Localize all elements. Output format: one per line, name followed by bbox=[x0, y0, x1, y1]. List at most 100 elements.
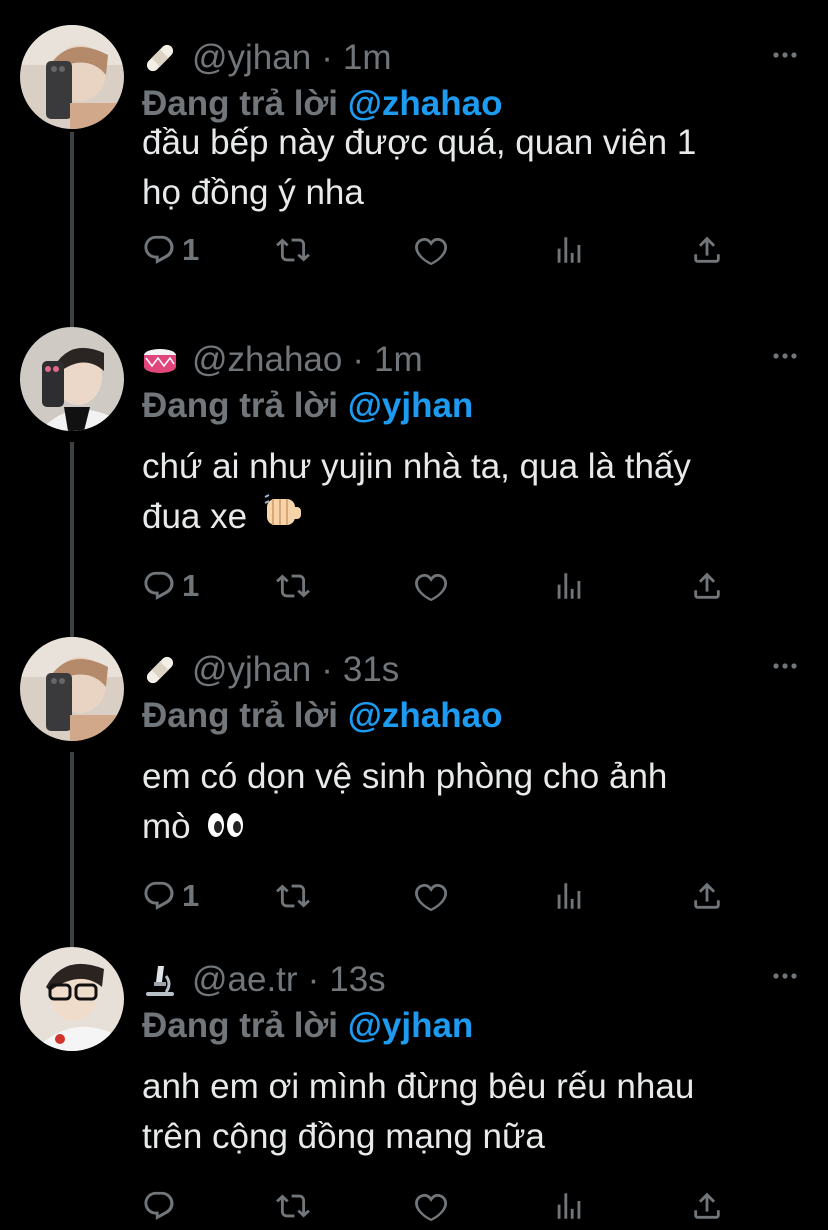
share-icon bbox=[694, 1192, 720, 1219]
tweet[interactable]: @zhahao · 1m Đang trả lời @yjhan chứ ai … bbox=[0, 310, 828, 620]
analytics-button[interactable] bbox=[552, 1188, 586, 1224]
retweet-icon bbox=[276, 884, 310, 908]
avatar[interactable] bbox=[20, 25, 124, 129]
analytics-button[interactable] bbox=[552, 878, 586, 914]
tweet-text-line: em có dọn vệ sinh phòng cho ảnh bbox=[142, 757, 668, 796]
analytics-button[interactable] bbox=[552, 568, 586, 604]
like-button[interactable] bbox=[414, 878, 448, 914]
reply-button[interactable]: 1 bbox=[142, 568, 199, 604]
mention-link[interactable]: @yjhan bbox=[348, 1006, 474, 1045]
tweet-text-line-with-emoji: đua xe bbox=[142, 492, 691, 545]
tweet-text: đầu bếp này được quá, quan viên 1 họ đồn… bbox=[142, 118, 696, 218]
avatar[interactable] bbox=[20, 637, 124, 741]
heart-icon bbox=[415, 1193, 448, 1222]
tweet-header: @zhahao · 1m bbox=[142, 338, 423, 382]
reply-context: Đang trả lời @yjhan bbox=[142, 1006, 473, 1046]
timestamp[interactable]: 1m bbox=[374, 340, 423, 380]
thread-line bbox=[70, 310, 74, 327]
analytics-icon bbox=[557, 573, 581, 599]
separator: · bbox=[352, 340, 365, 379]
share-button[interactable] bbox=[690, 232, 724, 268]
mention-link[interactable]: @zhahao bbox=[348, 696, 503, 735]
reply-button[interactable]: 1 bbox=[142, 878, 199, 914]
retweet-icon bbox=[276, 1194, 310, 1218]
thread-line bbox=[70, 930, 74, 947]
more-icon[interactable] bbox=[772, 42, 798, 68]
action-bar: 1 bbox=[142, 568, 742, 608]
reply-icon bbox=[144, 881, 174, 910]
thread-line bbox=[70, 442, 74, 620]
more-icon[interactable] bbox=[772, 343, 798, 369]
reply-context: Đang trả lời @yjhan bbox=[142, 386, 473, 426]
reply-label: Đang trả lời bbox=[142, 386, 339, 425]
user-handle[interactable]: @yjhan bbox=[192, 650, 311, 690]
reply-icon bbox=[144, 1191, 174, 1220]
heart-icon bbox=[415, 237, 448, 266]
timestamp[interactable]: 13s bbox=[329, 960, 385, 1000]
tweet-text-line: họ đồng ý nha bbox=[142, 173, 364, 212]
tweet-text-line: đua xe bbox=[142, 497, 248, 536]
heart-icon bbox=[415, 573, 448, 602]
reply-count: 1 bbox=[182, 568, 200, 603]
thread-line bbox=[70, 752, 74, 930]
tweet-text: anh em ơi mình đừng bêu rếu nhau trên cộ… bbox=[142, 1062, 694, 1162]
reply-button[interactable]: 1 bbox=[142, 232, 199, 268]
avatar[interactable] bbox=[20, 947, 124, 1051]
thread-line bbox=[70, 132, 74, 310]
drum-emoji bbox=[142, 342, 178, 378]
mention-link[interactable]: @yjhan bbox=[348, 386, 474, 425]
user-handle[interactable]: @yjhan bbox=[192, 38, 311, 78]
reply-icon bbox=[144, 235, 174, 264]
tweet-text-line: chứ ai như yujin nhà ta, qua là thấy bbox=[142, 447, 691, 486]
timestamp[interactable]: 31s bbox=[343, 650, 399, 690]
action-bar bbox=[142, 1188, 742, 1228]
retweet-button[interactable] bbox=[276, 232, 310, 268]
reply-label: Đang trả lời bbox=[142, 1006, 339, 1045]
like-button[interactable] bbox=[414, 1188, 448, 1224]
thread-line bbox=[70, 620, 74, 637]
tweet-header: @yjhan · 31s bbox=[142, 648, 399, 692]
reply-button[interactable] bbox=[142, 1188, 182, 1224]
share-button[interactable] bbox=[690, 878, 724, 914]
tweet-text-line-with-emoji: mò bbox=[142, 802, 667, 854]
analytics-icon bbox=[557, 883, 581, 909]
more-icon[interactable] bbox=[772, 963, 798, 989]
tweet[interactable]: @yjhan · 1m Đang trả lời @zhahao đầu bếp… bbox=[0, 0, 828, 310]
like-button[interactable] bbox=[414, 232, 448, 268]
tweet-text: chứ ai như yujin nhà ta, qua là thấy đua… bbox=[142, 442, 691, 545]
retweet-button[interactable] bbox=[276, 568, 310, 604]
tweet-header: @ae.tr · 13s bbox=[142, 958, 386, 1002]
fist-bump-emoji bbox=[263, 493, 303, 545]
user-handle[interactable]: @ae.tr bbox=[192, 960, 298, 1000]
tweet-text-line: mò bbox=[142, 807, 191, 846]
tweet[interactable]: @yjhan · 31s Đang trả lời @zhahao em có … bbox=[0, 620, 828, 930]
tweet[interactable]: @ae.tr · 13s Đang trả lời @yjhan anh em … bbox=[0, 930, 828, 1230]
reply-count: 1 bbox=[182, 232, 200, 267]
heart-icon bbox=[415, 883, 448, 912]
share-button[interactable] bbox=[690, 568, 724, 604]
retweet-icon bbox=[276, 238, 310, 262]
retweet-button[interactable] bbox=[276, 1188, 310, 1224]
separator: · bbox=[321, 650, 333, 689]
tweet-text-line: đầu bếp này được quá, quan viên 1 bbox=[142, 123, 697, 162]
tweet-text-line: anh em ơi mình đừng bêu rếu nhau bbox=[142, 1067, 695, 1106]
share-icon bbox=[694, 236, 720, 263]
action-bar: 1 bbox=[142, 232, 742, 272]
reply-context: Đang trả lời @zhahao bbox=[142, 696, 502, 736]
action-bar: 1 bbox=[142, 878, 742, 918]
retweet-button[interactable] bbox=[276, 878, 310, 914]
timestamp[interactable]: 1m bbox=[343, 38, 392, 78]
retweet-icon bbox=[276, 574, 310, 598]
like-button[interactable] bbox=[414, 568, 448, 604]
more-icon[interactable] bbox=[772, 653, 798, 679]
user-handle[interactable]: @zhahao bbox=[192, 340, 342, 380]
separator: · bbox=[307, 960, 320, 999]
avatar[interactable] bbox=[20, 327, 124, 431]
share-icon bbox=[694, 572, 720, 599]
tweet-text-line: trên cộng đồng mạng nữa bbox=[142, 1117, 545, 1156]
share-button[interactable] bbox=[690, 1188, 724, 1224]
analytics-icon bbox=[557, 1193, 581, 1219]
analytics-button[interactable] bbox=[552, 232, 586, 268]
tweet-header: @yjhan · 1m bbox=[142, 36, 391, 80]
share-icon bbox=[694, 882, 720, 909]
